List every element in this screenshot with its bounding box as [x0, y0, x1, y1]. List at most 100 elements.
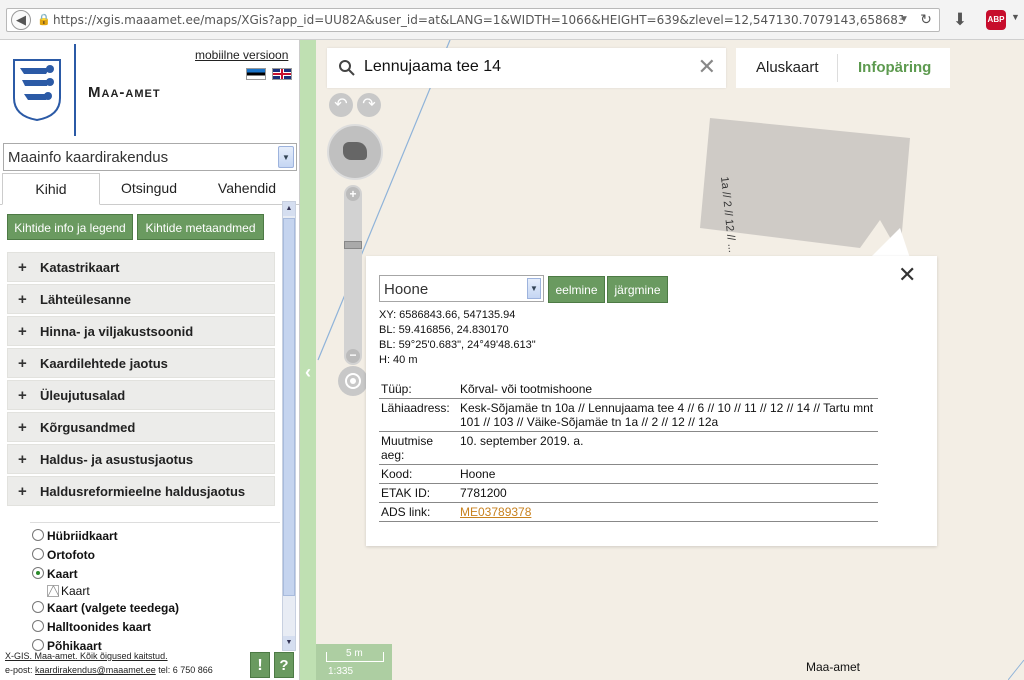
undo-view-icon[interactable]: ↶ [329, 93, 353, 117]
layer-group[interactable]: + Kõrgusandmed [7, 412, 275, 442]
layer-group[interactable]: + Hinna- ja viljakustsoonid [7, 316, 275, 346]
radio-button-checked[interactable] [32, 567, 44, 579]
popup-pointer [870, 228, 910, 258]
table-row: Lähiaadress: Kesk-Sõjamäe tn 10a // Lennu… [379, 398, 878, 432]
layer-group[interactable]: + Haldusreformieelne haldusjaotus [7, 476, 275, 506]
tab-infoparing[interactable]: Infopäring [858, 59, 931, 76]
zoom-out-icon[interactable]: − [346, 349, 360, 363]
download-icon[interactable]: ⬇ [950, 10, 970, 30]
layer-group[interactable]: + Kaardilehtede jaotus [7, 348, 275, 378]
sidebar-tabs: Kihid Otsingud Vahendid [0, 173, 300, 205]
sidebar: Maa-amet mobiilne versioon Maainfo kaard… [0, 40, 300, 680]
search-box[interactable]: Lennujaama tee 14 ✕ [327, 48, 726, 88]
url-text[interactable]: https://xgis.maaamet.ee/maps/XGis?app_id… [53, 13, 903, 27]
estonian-flag-icon[interactable] [246, 68, 266, 80]
expand-icon[interactable]: + [18, 387, 27, 404]
url-dropdown-icon[interactable]: ▼ [899, 11, 913, 29]
layer-group[interactable]: + Haldus- ja asustusjaotus [7, 444, 275, 474]
basemap-option[interactable]: Kaart [30, 565, 280, 584]
popup-layer-select[interactable]: Hoone ▼ [379, 275, 544, 302]
radio-button[interactable] [32, 529, 44, 541]
close-icon[interactable]: ✕ [898, 264, 916, 286]
scale-bar: 5 m 1:335 [316, 644, 392, 680]
attribute-key: Muutmise aeg: [379, 431, 458, 465]
expand-icon[interactable]: + [18, 419, 27, 436]
menu-chevron-icon[interactable]: ▼ [1011, 12, 1021, 22]
table-row: Muutmise aeg: 10. september 2019. a. [379, 431, 878, 465]
sidebar-collapse-strip[interactable]: ‹ [300, 40, 316, 680]
layer-group-label: Üleujutusalad [40, 388, 126, 403]
chevron-down-icon[interactable]: ▼ [527, 278, 541, 299]
basemap-option[interactable]: Hübriidkaart [30, 527, 280, 546]
scroll-down-icon[interactable]: ▼ [283, 636, 295, 650]
attribute-key: ETAK ID: [379, 483, 458, 503]
adblock-icon[interactable]: ABP [986, 10, 1006, 30]
scrollbar-thumb[interactable] [283, 218, 295, 596]
basemap-label: Kaart (valgete teedega) [47, 601, 180, 615]
search-icon[interactable] [337, 58, 357, 78]
coat-of-arms-logo [13, 59, 61, 122]
layer-group-label: Kõrgusandmed [40, 420, 136, 435]
reload-icon[interactable]: ↻ [917, 11, 935, 29]
layer-group[interactable]: + Üleujutusalad [7, 380, 275, 410]
expand-icon[interactable]: + [18, 291, 27, 308]
application-select[interactable]: Maainfo kaardirakendus ▼ [3, 143, 297, 171]
basemap-option[interactable]: Halltoonides kaart [30, 618, 280, 637]
ads-link[interactable]: ME03789378 [460, 505, 531, 519]
close-icon[interactable]: ✕ [698, 56, 716, 78]
chevron-down-icon[interactable]: ▼ [278, 146, 294, 168]
feature-attributes-table: Tüüp: Kõrval- või tootmishoone Lähiaadres… [379, 380, 878, 522]
popup-layer-select-value: Hoone [384, 281, 429, 298]
tab-aluskaart[interactable]: Aluskaart [756, 59, 819, 76]
expand-icon[interactable]: + [18, 355, 27, 372]
email-link[interactable]: kaardirakendus@maaamet.ee [35, 665, 156, 675]
brand-name: Maa-amet [88, 84, 161, 101]
sidebar-footer: X-GIS. Maa-amet. Kõik õigused kaitstud. … [5, 649, 249, 677]
tab-separator [837, 54, 838, 82]
coord-bl-decimal: BL: 59.416856, 24.830170 [379, 324, 509, 336]
zoom-slider-handle[interactable] [344, 241, 362, 249]
search-input[interactable]: Lennujaama tee 14 [364, 58, 501, 76]
layer-group[interactable]: + Katastrikaart [7, 252, 275, 282]
tab-otsingud[interactable]: Otsingud [100, 173, 198, 205]
help-button[interactable]: ? [274, 652, 294, 678]
back-icon[interactable]: ◀ [11, 10, 31, 30]
layer-group-label: Katastrikaart [40, 260, 120, 275]
attribute-value: Kesk-Sõjamäe tn 10a // Lennujaama tee 4 … [458, 398, 878, 432]
mobile-version-link[interactable]: mobiilne versioon [195, 48, 288, 62]
radio-button[interactable] [32, 601, 44, 613]
layer-info-legend-button[interactable]: Kihtide info ja legend [7, 214, 133, 240]
tab-kihid[interactable]: Kihid [2, 173, 100, 205]
layer-metadata-button[interactable]: Kihtide metaandmed [137, 214, 264, 240]
lock-icon: 🔒 [37, 14, 51, 26]
map-canvas[interactable]: ‹ 1a // 2 // 12 // ... Lennujaama tee 14… [300, 40, 1024, 680]
zoom-in-icon[interactable]: + [346, 187, 360, 201]
basemap-option[interactable]: Ortofoto [30, 546, 280, 565]
expand-icon[interactable]: + [18, 483, 27, 500]
report-issue-button[interactable]: ! [250, 652, 270, 678]
basemap-option[interactable]: Kaart (valgete teedega) [30, 599, 280, 618]
legend-swatch-icon: ╱╲ [47, 585, 59, 597]
radio-button[interactable] [32, 548, 44, 560]
english-flag-icon[interactable] [272, 68, 292, 80]
next-button[interactable]: järgmine [607, 276, 668, 303]
scale-distance: 5 m [346, 648, 363, 659]
expand-icon[interactable]: + [18, 451, 27, 468]
redo-view-icon[interactable]: ↷ [357, 93, 381, 117]
sidebar-scrollbar[interactable]: ▲ ▼ [282, 201, 296, 651]
zoom-slider[interactable]: + − [344, 185, 362, 365]
copyright-link[interactable]: X-GIS. Maa-amet. Kõik õigused kaitstud. [5, 651, 168, 661]
layer-group[interactable]: + Lähteülesanne [7, 284, 275, 314]
locate-me-icon[interactable] [338, 366, 368, 396]
previous-button[interactable]: eelmine [548, 276, 605, 303]
address-bar[interactable]: ◀ 🔒 https://xgis.maaamet.ee/maps/XGis?ap… [6, 8, 940, 32]
collapse-sidebar-icon[interactable]: ‹ [300, 360, 316, 384]
expand-icon[interactable]: + [18, 323, 27, 340]
layer-group-label: Hinna- ja viljakustsoonid [40, 324, 194, 339]
radio-button[interactable] [32, 620, 44, 632]
expand-icon[interactable]: + [18, 259, 27, 276]
scroll-up-icon[interactable]: ▲ [283, 202, 295, 216]
attribute-key: ADS link: [379, 502, 458, 522]
pan-control[interactable] [327, 124, 383, 180]
email-prefix: e-post: [5, 665, 33, 675]
